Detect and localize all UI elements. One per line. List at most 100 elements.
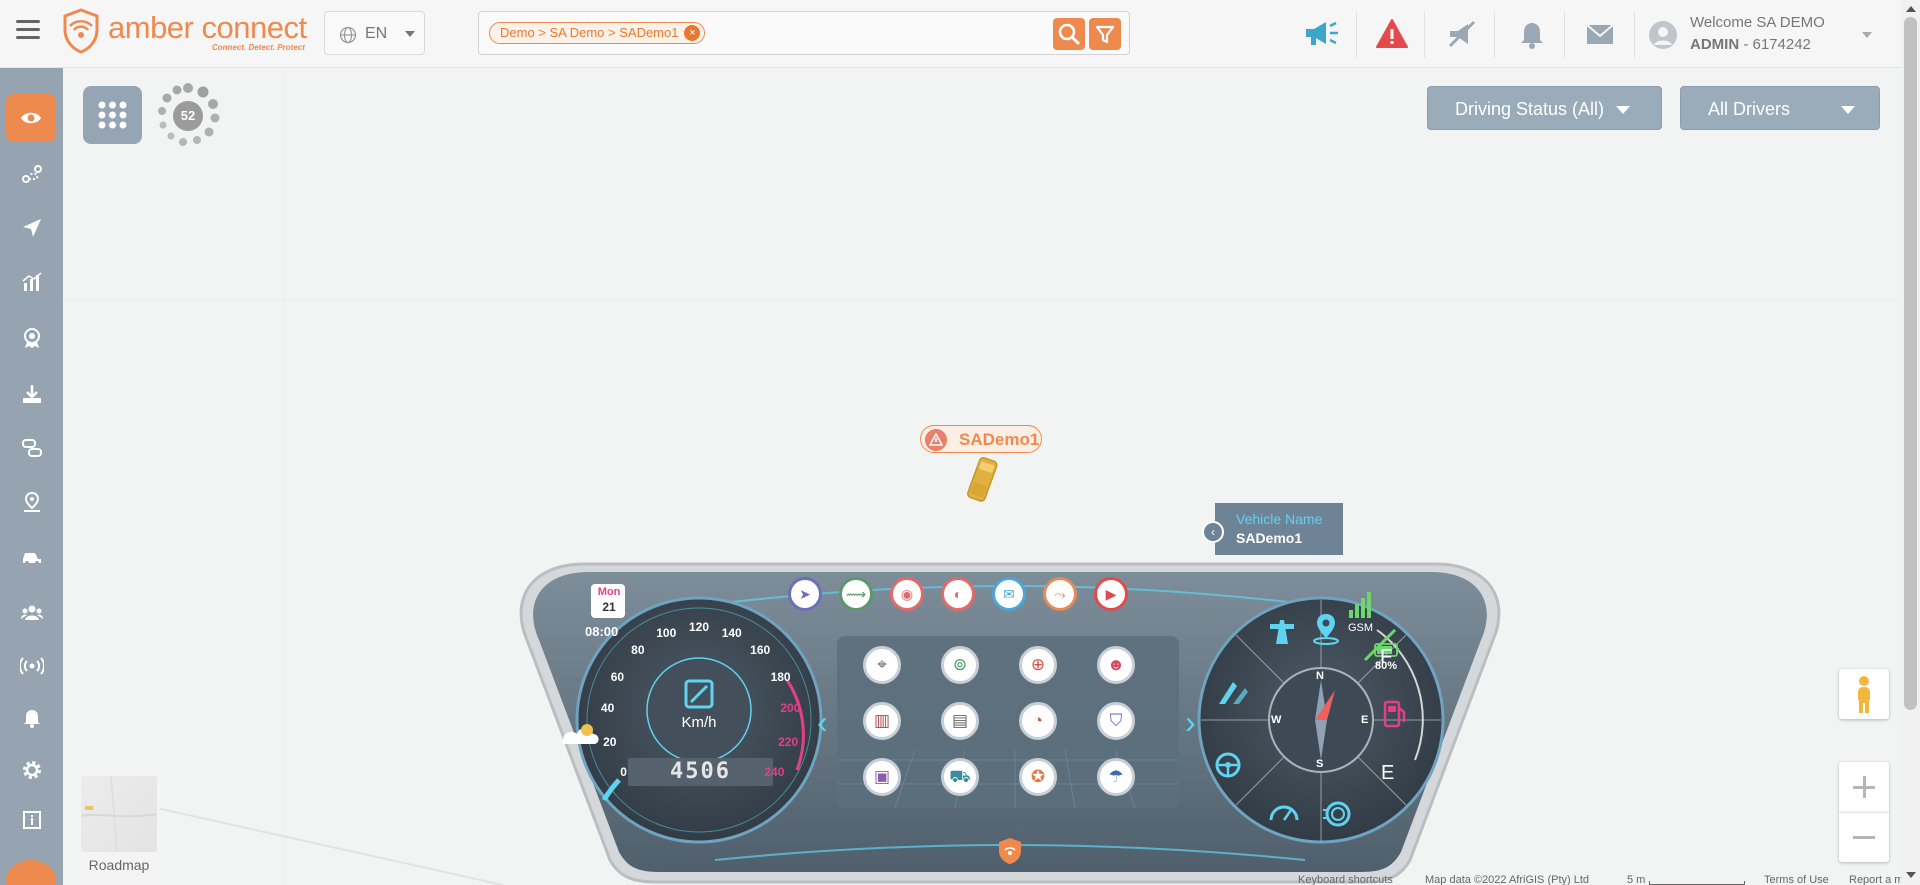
location-icon[interactable]: ⊕ [1019, 646, 1057, 684]
mail-icon[interactable]: ✉ [992, 577, 1026, 611]
user-menu[interactable]: Welcome SA DEMO ADMIN - 6174242 [1648, 10, 1888, 58]
mail-icon[interactable] [1580, 14, 1620, 54]
driver-icon[interactable]: ☻ [1097, 646, 1135, 684]
sidebar-item-broadcast[interactable] [6, 642, 57, 690]
vehicle-name-card[interactable]: Vehicle Name SADemo1 [1215, 503, 1343, 555]
header-divider [1356, 12, 1357, 58]
poi-icon[interactable]: ⌖ [863, 646, 901, 684]
support-icon[interactable]: ☂ [1097, 758, 1135, 796]
scroll-down-icon[interactable] [1906, 872, 1916, 878]
sidebar-item-locations[interactable] [6, 478, 57, 526]
close-icon[interactable]: × [684, 25, 701, 41]
filter-button[interactable] [1089, 18, 1121, 50]
apps-grid-button[interactable] [83, 86, 142, 144]
vehicle-service-icon[interactable]: ⛟ [941, 758, 979, 796]
speed-tick-label: 40 [600, 701, 615, 716]
speed-gauge-icon [1269, 805, 1299, 821]
search-icon [1058, 23, 1080, 45]
app-logo[interactable]: amber connect Connect. Detect. Protect [62, 8, 312, 54]
street-view-pegman-icon[interactable] [1839, 669, 1889, 719]
announcement-icon[interactable] [1302, 14, 1342, 54]
terms-link[interactable]: Terms of Use [1764, 874, 1829, 885]
roadmap-thumbnail [81, 776, 157, 852]
eye-icon [21, 112, 41, 124]
fuel-icon[interactable]: ▣ [863, 758, 901, 796]
sidebar-item-awards[interactable] [6, 314, 57, 362]
sidebar-item-users[interactable] [6, 588, 57, 636]
scroll-up-icon[interactable] [1906, 6, 1916, 12]
sidebar-item-vehicles[interactable] [6, 532, 57, 580]
sidebar-item-alerts[interactable] [6, 694, 57, 742]
zoom-out-button[interactable] [1839, 812, 1889, 862]
map-pin-icon [1313, 614, 1339, 645]
gsm-label: GSM [1348, 622, 1374, 634]
share-icon[interactable]: ⤳ [1043, 577, 1077, 611]
camera-icon[interactable]: ◉ [890, 577, 924, 611]
map-canvas[interactable]: 52 Driving Status (All) All Drivers SADe… [63, 68, 1901, 885]
badge-icon[interactable]: ✪ [1019, 758, 1057, 796]
user-role: ADMIN [1690, 36, 1740, 53]
report-error-link[interactable]: Report a map error [1849, 874, 1901, 885]
route-icon[interactable]: ⟿ [839, 577, 873, 611]
odometer-value: 4506 [670, 759, 731, 784]
language-select[interactable]: EN [324, 11, 425, 55]
vehicle-map-label[interactable]: SADemo1 [920, 425, 1042, 453]
shield-icon[interactable]: ⛉ [1097, 702, 1135, 740]
chevron-down-icon [1841, 106, 1855, 114]
document-icon[interactable]: ▤ [941, 702, 979, 740]
breadcrumb-chip[interactable]: Demo > SA Demo > SADemo1 × [489, 22, 706, 44]
video-icon[interactable]: ▶ [1094, 577, 1128, 611]
geofence-icon[interactable]: ⊚ [941, 646, 979, 684]
search-button[interactable] [1053, 18, 1085, 50]
prev-chevron-icon[interactable]: ‹ [817, 704, 828, 741]
vehicle-cluster[interactable]: 52 [153, 80, 223, 150]
scrollbar-thumb[interactable] [1904, 17, 1917, 710]
filter-icon [1095, 25, 1115, 44]
warning-icon[interactable] [1372, 14, 1412, 54]
compass-south: S [1316, 758, 1324, 770]
sidebar-item-trips[interactable] [6, 424, 57, 472]
sidebar-item-reports[interactable] [6, 258, 57, 306]
roadmap-label: Roadmap [88, 857, 150, 873]
search-bar[interactable]: Demo > SA Demo > SADemo1 × [478, 11, 1130, 55]
sidebar-item-downloads[interactable] [6, 370, 57, 418]
speed-icon[interactable]: ◔ [1019, 702, 1057, 740]
zoom-in-button[interactable] [1839, 762, 1889, 812]
keyboard-shortcuts-link[interactable]: Keyboard shortcuts [1298, 874, 1393, 885]
day-label: Mon [597, 586, 621, 598]
bell-icon[interactable] [1512, 14, 1552, 54]
sidebar-item-settings[interactable] [6, 746, 57, 794]
chart-icon[interactable]: ▥ [863, 702, 901, 740]
logo-tagline: Connect. Detect. Protect [212, 43, 305, 52]
speed-unit: Km/h [681, 714, 717, 731]
next-chevron-icon[interactable]: › [1185, 704, 1196, 741]
page-scrollbar[interactable] [1901, 0, 1920, 885]
muted-notifications-icon[interactable] [1442, 14, 1482, 54]
sidebar-item-info[interactable] [6, 796, 57, 844]
speed-tick-label: 80 [631, 643, 645, 658]
hamburger-menu-icon[interactable] [16, 20, 40, 40]
map-scale-label[interactable]: 5 m [1627, 874, 1645, 885]
trips-icon [21, 439, 42, 457]
collapse-chevron-icon[interactable]: ‹ [1202, 521, 1224, 543]
speed-limit-icon [684, 679, 714, 709]
sidebar-item-navigation[interactable] [6, 204, 57, 252]
speed-tick-label: 140 [721, 626, 742, 640]
navigate-icon[interactable]: ➤ [788, 577, 822, 611]
logo-shield-icon [63, 8, 99, 54]
fuel-pump-icon [1383, 700, 1406, 728]
time-label: 08:00 [585, 624, 619, 639]
map-type-toggle[interactable]: Roadmap [78, 773, 160, 885]
driving-status-dropdown[interactable]: Driving Status (All) [1427, 86, 1662, 130]
chevron-down-icon [1862, 32, 1872, 38]
route-icon [21, 165, 42, 183]
sidebar-item-live-view[interactable] [6, 94, 56, 142]
drivers-dropdown[interactable]: All Drivers [1680, 86, 1880, 130]
vehicle-marker-icon[interactable] [961, 454, 1001, 506]
vehicle-dashboard: Mon 21 08:00 0 20 40 60 80 100 120 140 160 180 200… [515, 560, 1505, 885]
alarm-icon[interactable]: ◐ [941, 577, 975, 611]
compass-north: N [1316, 670, 1324, 682]
amber-badge-icon[interactable] [997, 836, 1023, 866]
speed-tick-label: 200 [780, 701, 801, 716]
sidebar-item-routes[interactable] [6, 150, 57, 198]
